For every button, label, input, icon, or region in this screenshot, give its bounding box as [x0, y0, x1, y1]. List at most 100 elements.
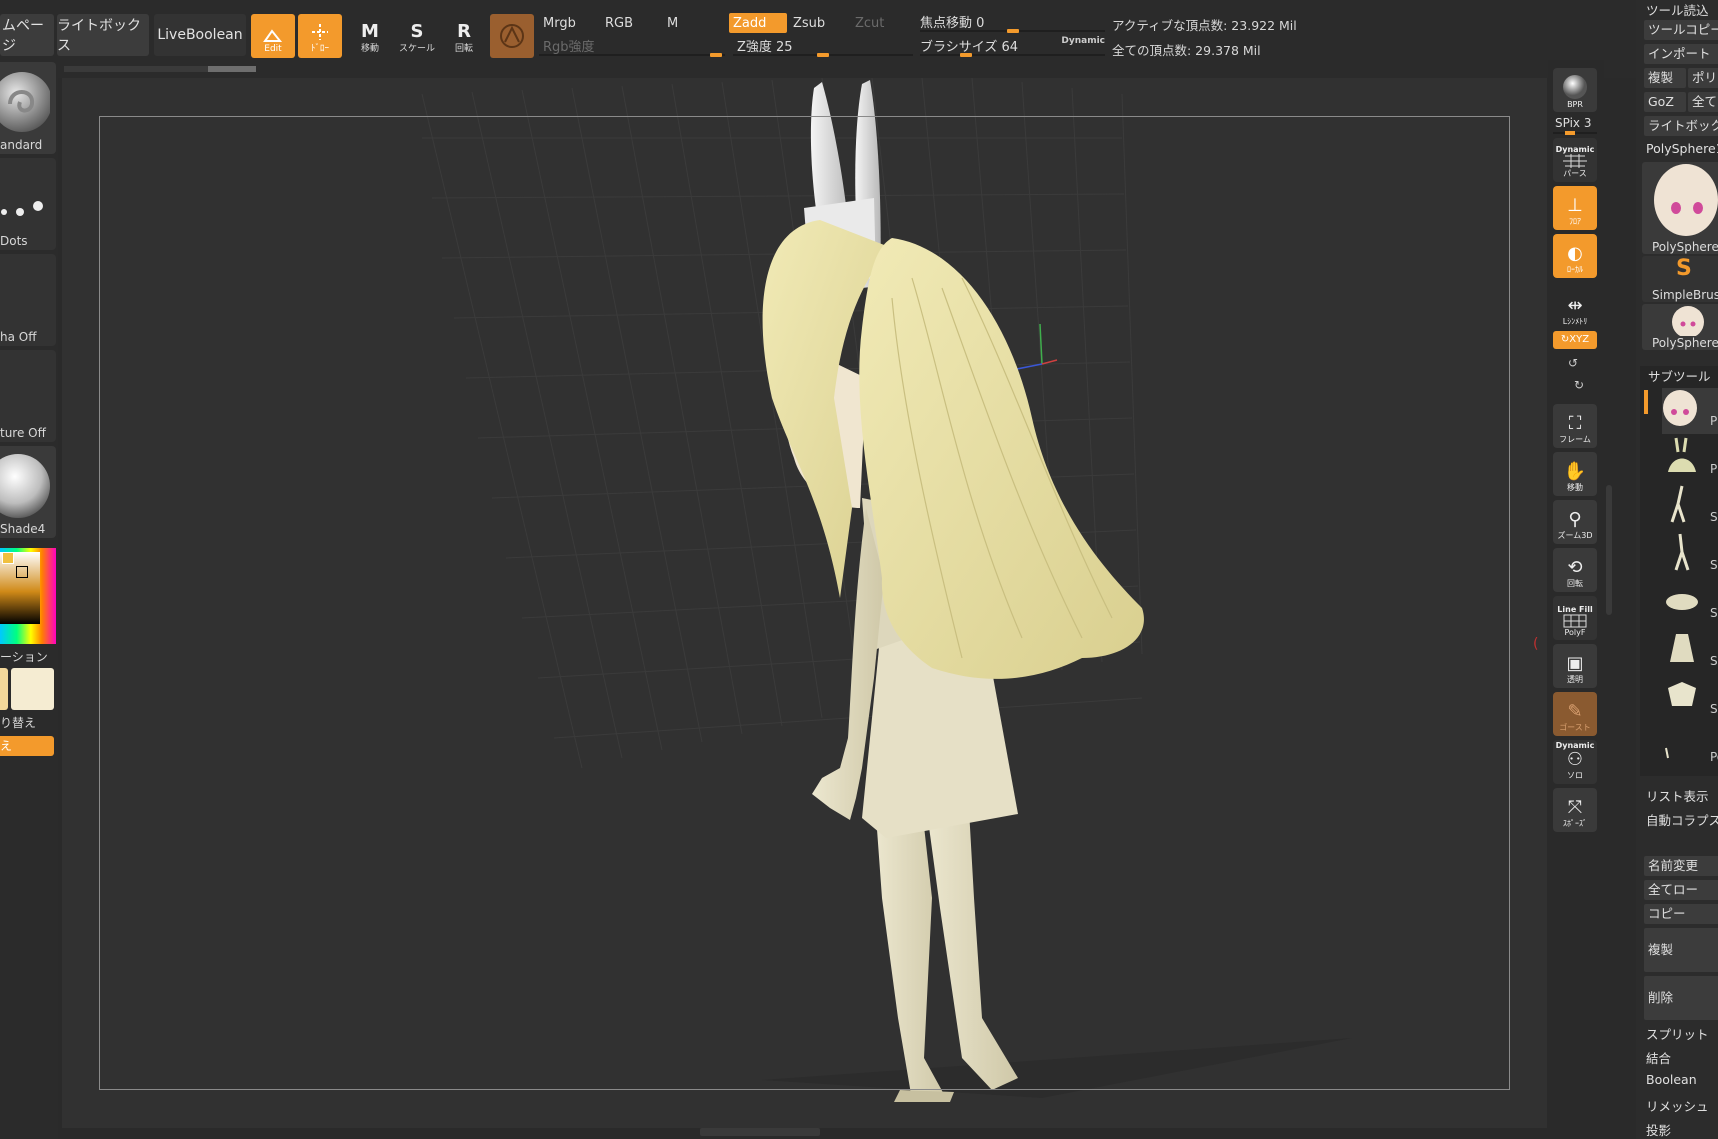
z-intensity-label: Z強度 25 [737, 40, 793, 55]
texture-label: ture Off [0, 426, 46, 440]
tool-thumb-polysphere[interactable]: PolySphere [1642, 162, 1718, 254]
alpha-selector[interactable]: ha Off [0, 254, 56, 346]
subtool-item[interactable]: Sk [1662, 484, 1718, 530]
brush-selector[interactable]: andard [0, 62, 56, 154]
gradient-label[interactable]: ーション [0, 648, 48, 665]
rotate-view-label: 回転 [1567, 579, 1583, 588]
canvas-scrollbar[interactable] [64, 66, 256, 72]
material-selector[interactable]: Shade4 [0, 446, 56, 538]
move-view-button[interactable]: ✋ 移動 [1553, 452, 1597, 496]
boolean-button[interactable]: Boolean [1646, 1072, 1697, 1087]
subtool-item[interactable]: P [1662, 388, 1718, 434]
z-intensity-slider[interactable]: Z強度 25 [733, 36, 913, 58]
edit-button[interactable]: Edit [251, 14, 295, 58]
copy-tool-button[interactable]: ツールコピー [1644, 20, 1718, 40]
tool-thumb-polysphere-2[interactable]: PolySphere [1642, 304, 1718, 350]
goz-all-button[interactable]: 全て [1688, 92, 1718, 112]
ghost-button[interactable]: ✎ ゴースト [1553, 692, 1597, 736]
draw-button[interactable]: ﾄﾞﾛｰ [298, 14, 342, 58]
dynamic-brush-toggle[interactable]: Dynamic [1061, 36, 1105, 46]
remesh-button[interactable]: リメッシュ [1646, 1096, 1709, 1115]
zsub-toggle[interactable]: Zsub [789, 13, 847, 33]
focal-shift-slider[interactable]: 焦点移動 0 [920, 12, 1105, 34]
stroke-selector[interactable]: Dots [0, 158, 56, 250]
brush-mode-button[interactable] [490, 14, 534, 58]
scale-button[interactable]: S スケール [397, 14, 437, 58]
rotate-button[interactable]: R 回転 [444, 14, 484, 58]
local-symmetry-button[interactable]: ⇹ Lｼﾝﾒﾄﾘ [1553, 286, 1597, 330]
subtool-list: サブツール P PM Sk Sk Sk Sk Sk [1640, 366, 1718, 776]
bottom-tray-handle[interactable] [700, 1128, 820, 1136]
tool-thumb-simplebrush[interactable]: S SimpleBrus [1642, 256, 1718, 302]
brush-size-slider[interactable]: ブラシサイズ 64 Dynamic [920, 36, 1105, 58]
goz-button[interactable]: GoZ [1644, 92, 1686, 112]
subtool-label: Po [1710, 750, 1718, 764]
floor-button[interactable]: ⊥ ﾌﾛｱ [1553, 186, 1597, 230]
polyframe-button[interactable]: Line Fill PolyF [1553, 596, 1597, 640]
home-page-button[interactable]: ムページ [0, 14, 54, 56]
frame-button[interactable]: ⛶ フレーム [1553, 404, 1597, 448]
duplicate-button[interactable]: 複製 [1644, 928, 1718, 972]
perspective-grid-icon [1563, 154, 1587, 168]
tray-scrollbar[interactable] [1606, 485, 1612, 615]
make-polymesh-button[interactable]: ポリ [1688, 68, 1718, 88]
split-button[interactable]: スプリット [1646, 1024, 1709, 1043]
xpose-icon: ⤧ [1567, 797, 1583, 818]
local-button[interactable]: ◐ ﾛｰｶﾙ [1553, 234, 1597, 278]
lightbox-button[interactable]: ライトボックス [57, 14, 149, 56]
subtool-item[interactable]: PM [1662, 436, 1718, 482]
texture-selector[interactable]: ture Off [0, 350, 56, 442]
subtool-item[interactable]: Sk [1662, 676, 1718, 722]
subtool-item[interactable]: Sk [1662, 580, 1718, 626]
secondary-color-swatch[interactable] [11, 668, 54, 710]
material-label: Shade4 [0, 522, 46, 536]
subtool-belt-icon [1666, 594, 1698, 610]
all-low-button[interactable]: 全てロー [1644, 880, 1718, 900]
subtool-item[interactable]: Po [1662, 724, 1718, 770]
color-picker[interactable] [0, 548, 56, 644]
switch-color-button[interactable]: り替え [0, 714, 36, 731]
auto-collapse-button[interactable]: 自動コラプス [1646, 810, 1718, 829]
rotate-icon: R [457, 21, 471, 42]
focal-shift-fill [1006, 29, 1019, 33]
liveboolean-button[interactable]: LiveBoolean [154, 14, 246, 56]
project-button[interactable]: 投影 [1646, 1120, 1671, 1139]
transparency-button[interactable]: ▣ 透明 [1553, 644, 1597, 688]
zoom3d-button[interactable]: ⚲ ズーム3D [1553, 500, 1597, 544]
edit-label: Edit [264, 44, 282, 54]
delete-button[interactable]: 削除 [1644, 976, 1718, 1020]
bpr-button[interactable]: BPR [1553, 68, 1597, 112]
move-button[interactable]: M 移動 [350, 14, 390, 58]
import-button[interactable]: インポート [1644, 44, 1718, 64]
zadd-toggle[interactable]: Zadd [729, 13, 787, 33]
load-tool-button[interactable]: ツール読込 [1646, 0, 1709, 19]
merge-button[interactable]: 結合 [1646, 1048, 1671, 1067]
alternate-toggle[interactable]: え [0, 736, 54, 756]
spix-slider[interactable]: SPix 3 [1555, 116, 1591, 130]
copy-subtool-button[interactable]: コピー [1644, 904, 1718, 924]
rgb-intensity-fill [709, 53, 722, 57]
subtool-label: P [1710, 414, 1718, 428]
m-toggle[interactable]: M [663, 13, 723, 33]
canvas-scrollbar-thumb[interactable] [208, 66, 256, 72]
main-color-swatch[interactable] [0, 668, 8, 710]
solo-button[interactable]: Dynamic ⚇ ソロ [1553, 740, 1597, 784]
rgb-toggle[interactable]: RGB [601, 13, 661, 33]
y-rotate-icon[interactable]: ↺ [1568, 356, 1578, 370]
rotate-view-button[interactable]: ⟲ 回転 [1553, 548, 1597, 592]
xpose-button[interactable]: ⤧ ｽﾎﾟｰｽﾞ [1553, 788, 1597, 832]
perspective-button[interactable]: Dynamic パース [1553, 138, 1597, 182]
subtool-item[interactable]: Sk [1662, 532, 1718, 578]
list-view-button[interactable]: リスト表示 [1646, 786, 1709, 805]
subtool-body-icon [1670, 485, 1686, 523]
subtool-item[interactable]: Sk [1662, 628, 1718, 674]
solo-label: ソロ [1567, 771, 1583, 780]
mrgb-toggle[interactable]: Mrgb [539, 13, 599, 33]
z-rotate-icon[interactable]: ↻ [1574, 378, 1584, 392]
zcut-toggle[interactable]: Zcut [851, 13, 909, 33]
rename-button[interactable]: 名前変更 [1644, 856, 1718, 876]
xyz-toggle[interactable]: ↻XYZ [1553, 331, 1597, 349]
clone-tool-button[interactable]: 複製 [1644, 68, 1686, 88]
rgb-intensity-slider[interactable]: Rgb強度 [539, 36, 725, 58]
tool-lightbox-button[interactable]: ライトボック [1644, 116, 1718, 136]
